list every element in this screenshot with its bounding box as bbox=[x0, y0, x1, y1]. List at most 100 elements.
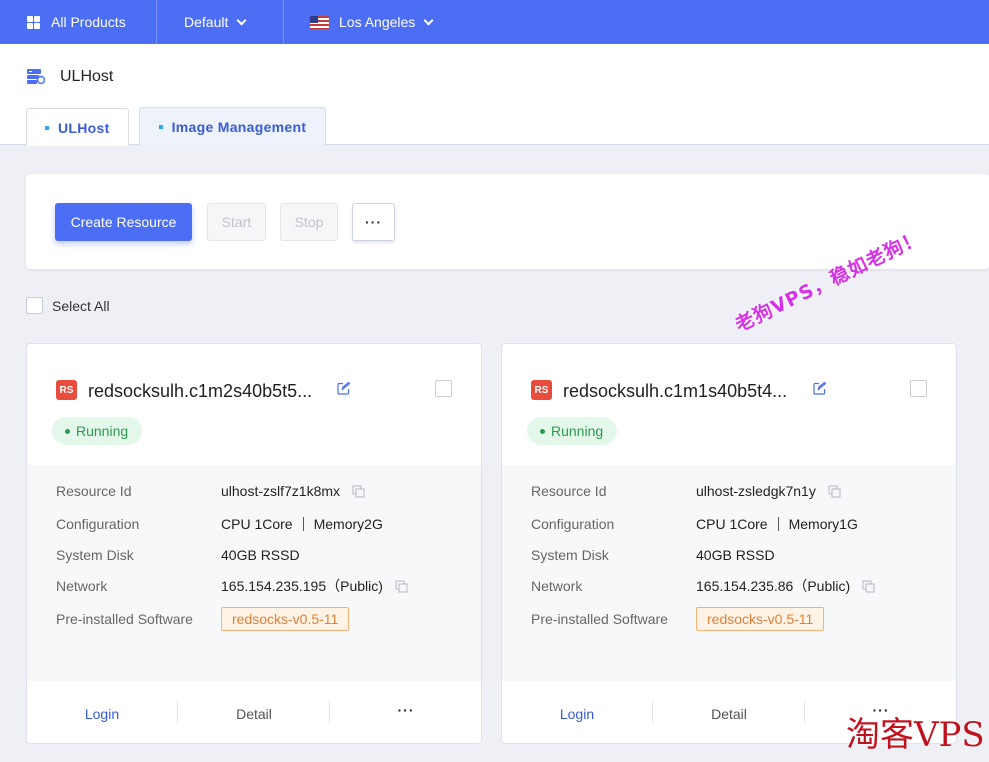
divider bbox=[302, 517, 304, 531]
divider bbox=[652, 701, 653, 723]
copy-icon[interactable] bbox=[352, 485, 365, 498]
detail-label: Network bbox=[56, 578, 108, 594]
page-title: ULHost bbox=[60, 68, 114, 85]
divider bbox=[804, 701, 805, 723]
detail-row-configuration: Configuration CPU 1Core Memory2G bbox=[56, 514, 383, 534]
tab-label: ULHost bbox=[58, 119, 110, 136]
chevron-down-icon bbox=[236, 15, 247, 25]
corner-watermark: 淘客VPS bbox=[846, 715, 985, 755]
stop-button[interactable]: Stop bbox=[280, 203, 338, 241]
resource-card: RS redsocksulh.c1m2s40b5t5... Running Re… bbox=[26, 343, 482, 744]
software-tag: redsocks-v0.5-11 bbox=[221, 607, 350, 631]
detail-row-software: Pre-installed Software redsocks-v0.5-11 bbox=[56, 607, 350, 631]
region-selector[interactable]: Los Angeles bbox=[284, 0, 434, 44]
select-all-label: Select All bbox=[52, 297, 110, 314]
tab-dot-icon bbox=[45, 125, 49, 130]
status-label: Running bbox=[76, 423, 129, 439]
detail-row-network: Network 165.154.235.195（Public) bbox=[56, 576, 408, 596]
project-label: Default bbox=[184, 14, 229, 30]
copy-icon[interactable] bbox=[395, 580, 408, 593]
project-selector[interactable]: Default bbox=[157, 0, 284, 44]
us-flag-icon bbox=[310, 15, 329, 29]
tab-image-management[interactable]: Image Management bbox=[138, 107, 327, 145]
network-value: 165.154.235.86（Public) bbox=[696, 578, 851, 594]
all-products-label: All Products bbox=[51, 14, 126, 30]
software-tag: redsocks-v0.5-11 bbox=[696, 607, 825, 631]
detail-value: ulhost-zslf7z1k8mx bbox=[221, 483, 365, 499]
detail-row-system-disk: System Disk 40GB RSSD bbox=[56, 545, 300, 565]
disk-value: 40GB RSSD bbox=[696, 547, 775, 563]
action-toolbar: Create Resource Start Stop ··· bbox=[26, 174, 989, 269]
edit-icon[interactable] bbox=[337, 382, 350, 395]
resource-name: redsocksulh.c1m1s40b5t4... bbox=[563, 381, 788, 401]
detail-row-configuration: Configuration CPU 1Core Memory1G bbox=[531, 514, 858, 534]
card-header: RS redsocksulh.c1m2s40b5t5... Running bbox=[27, 344, 481, 465]
detail-label: Resource Id bbox=[531, 483, 607, 499]
detail-row-software: Pre-installed Software redsocks-v0.5-11 bbox=[531, 607, 825, 631]
detail-label: Pre-installed Software bbox=[56, 611, 193, 627]
region-label: Los Angeles bbox=[339, 14, 416, 30]
card-actions: Login Detail ··· bbox=[27, 681, 481, 743]
copy-icon[interactable] bbox=[862, 580, 875, 593]
copy-icon[interactable] bbox=[828, 485, 841, 498]
cpu-value: CPU 1Core bbox=[221, 516, 293, 532]
divider bbox=[329, 701, 330, 723]
resource-card: RS redsocksulh.c1m1s40b5t4... Running Re… bbox=[501, 343, 957, 744]
detail-label: System Disk bbox=[56, 547, 134, 563]
status-badge: Running bbox=[527, 417, 618, 445]
tab-ulhost[interactable]: ULHost bbox=[26, 108, 129, 146]
edit-icon[interactable] bbox=[813, 382, 826, 395]
login-link[interactable]: Login bbox=[52, 703, 152, 725]
start-button[interactable]: Start bbox=[207, 203, 266, 241]
detail-value: 165.154.235.86（Public) bbox=[696, 576, 875, 596]
resource-name: redsocksulh.c1m2s40b5t5... bbox=[88, 381, 313, 401]
memory-value: Memory2G bbox=[313, 516, 383, 532]
detail-label: Configuration bbox=[56, 516, 140, 532]
detail-label: System Disk bbox=[531, 547, 609, 563]
all-products-menu[interactable]: All Products bbox=[0, 0, 157, 44]
detail-value: 165.154.235.195（Public) bbox=[221, 576, 408, 596]
divider bbox=[777, 517, 779, 531]
tab-label: Image Management bbox=[171, 118, 307, 135]
select-all-checkbox[interactable] bbox=[26, 297, 43, 314]
detail-label: Resource Id bbox=[56, 483, 132, 499]
status-label: Running bbox=[551, 423, 604, 439]
resource-id-value: ulhost-zsledgk7n1y bbox=[696, 483, 816, 499]
resource-badge: RS bbox=[56, 380, 77, 400]
detail-label: Network bbox=[531, 578, 583, 594]
detail-row-network: Network 165.154.235.86（Public) bbox=[531, 576, 875, 596]
detail-value: CPU 1Core Memory1G bbox=[696, 516, 858, 532]
divider bbox=[177, 701, 178, 723]
status-dot-icon bbox=[65, 428, 70, 434]
card-select-checkbox[interactable] bbox=[910, 380, 927, 397]
detail-value: ulhost-zsledgk7n1y bbox=[696, 483, 841, 499]
network-value: 165.154.235.195（Public) bbox=[221, 578, 383, 594]
memory-value: Memory1G bbox=[788, 516, 858, 532]
card-header: RS redsocksulh.c1m1s40b5t4... Running bbox=[502, 344, 956, 465]
resource-badge: RS bbox=[531, 380, 552, 400]
select-all[interactable]: Select All bbox=[26, 297, 110, 314]
page-header: ULHost ULHost Image Management bbox=[0, 44, 989, 146]
title-row: ULHost bbox=[27, 68, 113, 86]
card-more-button[interactable]: ··· bbox=[356, 699, 456, 721]
tab-bar: ULHost Image Management bbox=[26, 107, 336, 146]
detail-link[interactable]: Detail bbox=[679, 703, 779, 725]
cpu-value: CPU 1Core bbox=[696, 516, 768, 532]
login-link[interactable]: Login bbox=[527, 703, 627, 725]
card-details: Resource Id ulhost-zsledgk7n1y Configura… bbox=[502, 465, 956, 681]
status-badge: Running bbox=[52, 417, 143, 445]
create-resource-button[interactable]: Create Resource bbox=[55, 203, 192, 241]
detail-row-resource-id: Resource Id ulhost-zslf7z1k8mx bbox=[56, 481, 365, 501]
top-navigation-bar: All Products Default Los Angeles bbox=[0, 0, 989, 44]
detail-label: Pre-installed Software bbox=[531, 611, 668, 627]
detail-link[interactable]: Detail bbox=[204, 703, 304, 725]
resource-id-value: ulhost-zslf7z1k8mx bbox=[221, 483, 341, 499]
card-select-checkbox[interactable] bbox=[435, 380, 452, 397]
more-actions-button[interactable]: ··· bbox=[352, 203, 395, 241]
status-dot-icon bbox=[540, 428, 545, 434]
chevron-down-icon bbox=[423, 15, 434, 25]
card-details: Resource Id ulhost-zslf7z1k8mx Configura… bbox=[27, 465, 481, 681]
host-icon bbox=[27, 69, 45, 85]
detail-row-system-disk: System Disk 40GB RSSD bbox=[531, 545, 775, 565]
detail-value: CPU 1Core Memory2G bbox=[221, 516, 383, 532]
